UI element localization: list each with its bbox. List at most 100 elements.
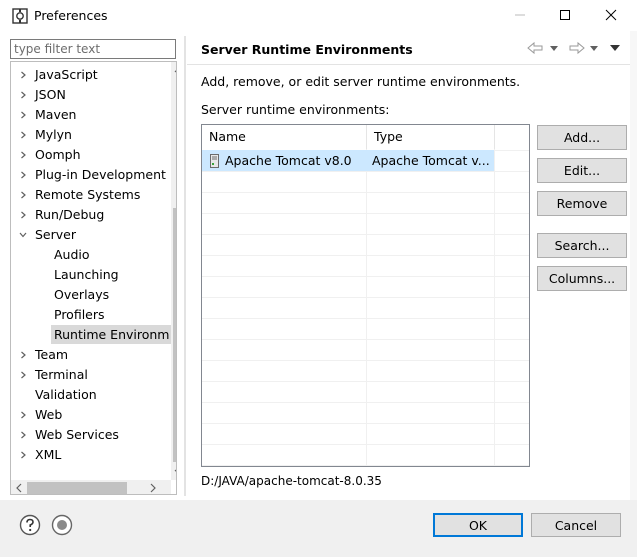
tree-item[interactable]: Profilers [11,305,171,325]
forward-menu-chevron-icon[interactable] [589,41,599,55]
forward-arrow-icon[interactable] [567,41,585,55]
view-menu-icon[interactable] [609,41,621,55]
tree-item[interactable]: Team [11,345,171,365]
tree-item-label: Overlays [54,287,110,302]
collapsed-chevron-icon[interactable] [19,91,27,99]
tree-item-label: Terminal [35,367,88,382]
tree-item[interactable]: Terminal [11,365,171,385]
tree-item-label: Run/Debug [35,207,105,222]
maximize-icon [560,10,570,20]
collapsed-chevron-icon[interactable] [19,211,27,219]
collapsed-chevron-icon[interactable] [19,411,27,419]
tree-item[interactable]: XML [11,445,171,465]
tree-item-label: Web Services [35,427,119,442]
tree-item[interactable]: Plug-in Development [11,165,171,185]
back-arrow-icon[interactable] [527,41,545,55]
tree-item[interactable]: Run/Debug [11,205,171,225]
collapsed-chevron-icon[interactable] [19,131,27,139]
window-title: Preferences [34,8,108,23]
tree-item-label: Server [35,227,76,242]
tree-item-label: Plug-in Development [35,167,166,182]
server-runtime-icon [210,154,219,168]
page-header: Server Runtime Environments [187,33,637,65]
runtime-table[interactable]: Name Type Apache Tomcat v8.0 Apache Tomc… [201,124,530,467]
tree-item[interactable]: Remote Systems [11,185,171,205]
tree-vertical-scrollbar[interactable] [171,62,177,480]
search-button[interactable]: Search... [537,233,627,258]
title-bar: Preferences [0,0,637,31]
expanded-chevron-icon[interactable] [19,231,27,239]
tree-item-label: Runtime Environm [51,325,173,344]
collapsed-chevron-icon[interactable] [19,111,27,119]
page-title: Server Runtime Environments [201,42,413,57]
maximize-button[interactable] [550,4,580,26]
preferences-app-icon [12,8,28,24]
remove-button[interactable]: Remove [537,191,627,216]
tree-item-label: JSON [35,87,66,102]
tree-item[interactable]: Server [11,225,171,245]
tree-item[interactable]: JSON [11,85,171,105]
tree-item[interactable]: Maven [11,105,171,125]
tree-item[interactable]: Audio [11,245,171,265]
collapsed-chevron-icon[interactable] [19,71,27,79]
runtime-location-path: D:/JAVA/apache-tomcat-8.0.35 [201,474,382,488]
tree-item[interactable]: Launching [11,265,171,285]
page-description: Add, remove, or edit server runtime envi… [201,74,521,89]
scroll-left-icon[interactable] [11,480,27,495]
tree-horizontal-scroll-thumb[interactable] [27,482,127,494]
cancel-button[interactable]: Cancel [531,513,621,537]
tree-item[interactable]: Runtime Environm [11,325,173,345]
close-window-button[interactable] [596,4,626,26]
collapsed-chevron-icon[interactable] [19,151,27,159]
tree-item[interactable]: Validation [11,385,171,405]
scroll-down-icon[interactable] [171,464,177,480]
pane-divider[interactable] [184,36,186,496]
tree-item-label: Mylyn [35,127,72,142]
tree-item-label: Web [35,407,63,422]
collapsed-chevron-icon[interactable] [19,351,27,359]
add-button[interactable]: Add... [537,125,627,150]
background-window-edge [630,31,637,501]
tree-vertical-scroll-thumb[interactable] [173,208,176,462]
tree-item[interactable]: JavaScript [11,65,171,85]
filter-input[interactable] [10,39,176,59]
column-header-name[interactable]: Name [202,125,367,149]
tree-item-label: Audio [54,247,90,262]
minimize-button[interactable] [505,4,535,26]
tree-item[interactable]: Mylyn [11,125,171,145]
edit-button[interactable]: Edit... [537,158,627,183]
tree-item-label: Validation [35,387,97,402]
tree-item[interactable]: Oomph [11,145,171,165]
tree-item-label: Team [35,347,69,362]
collapsed-chevron-icon[interactable] [19,171,27,179]
scroll-up-icon[interactable] [171,62,177,78]
preference-tree: JavaScript JSON Maven Mylyn Oomph Plug-in Dev… [10,61,177,495]
tree-item-label: Oomph [35,147,81,162]
tree-item-label: Remote Systems [35,187,141,202]
runtime-name-cell: Apache Tomcat v8.0 [225,153,352,168]
collapsed-chevron-icon[interactable] [19,371,27,379]
scroll-right-icon[interactable] [145,480,161,495]
collapsed-chevron-icon[interactable] [19,431,27,439]
help-icon[interactable] [19,514,41,536]
tree-item-label: Launching [54,267,119,282]
runtime-type-cell: Apache Tomcat v... [372,153,490,168]
ok-button[interactable]: OK [433,513,523,537]
back-menu-chevron-icon[interactable] [549,41,559,55]
columns-button[interactable]: Columns... [537,266,627,291]
close-icon [605,9,617,21]
tree-item-label: JavaScript [35,67,98,82]
tree-item-label: Maven [35,107,77,122]
tree-horizontal-scrollbar[interactable] [11,480,171,495]
tree-item[interactable]: Web [11,405,171,425]
tree-item[interactable]: Web Services [11,425,171,445]
import-export-record-icon[interactable] [51,514,73,536]
collapsed-chevron-icon[interactable] [19,191,27,199]
collapsed-chevron-icon[interactable] [19,451,27,459]
runtime-list-label: Server runtime environments: [201,102,390,117]
tree-item[interactable]: Overlays [11,285,171,305]
column-header-type[interactable]: Type [367,125,495,149]
minimize-icon [515,14,525,16]
tree-item-label: XML [35,447,62,462]
tree-item-label: Profilers [54,307,105,322]
